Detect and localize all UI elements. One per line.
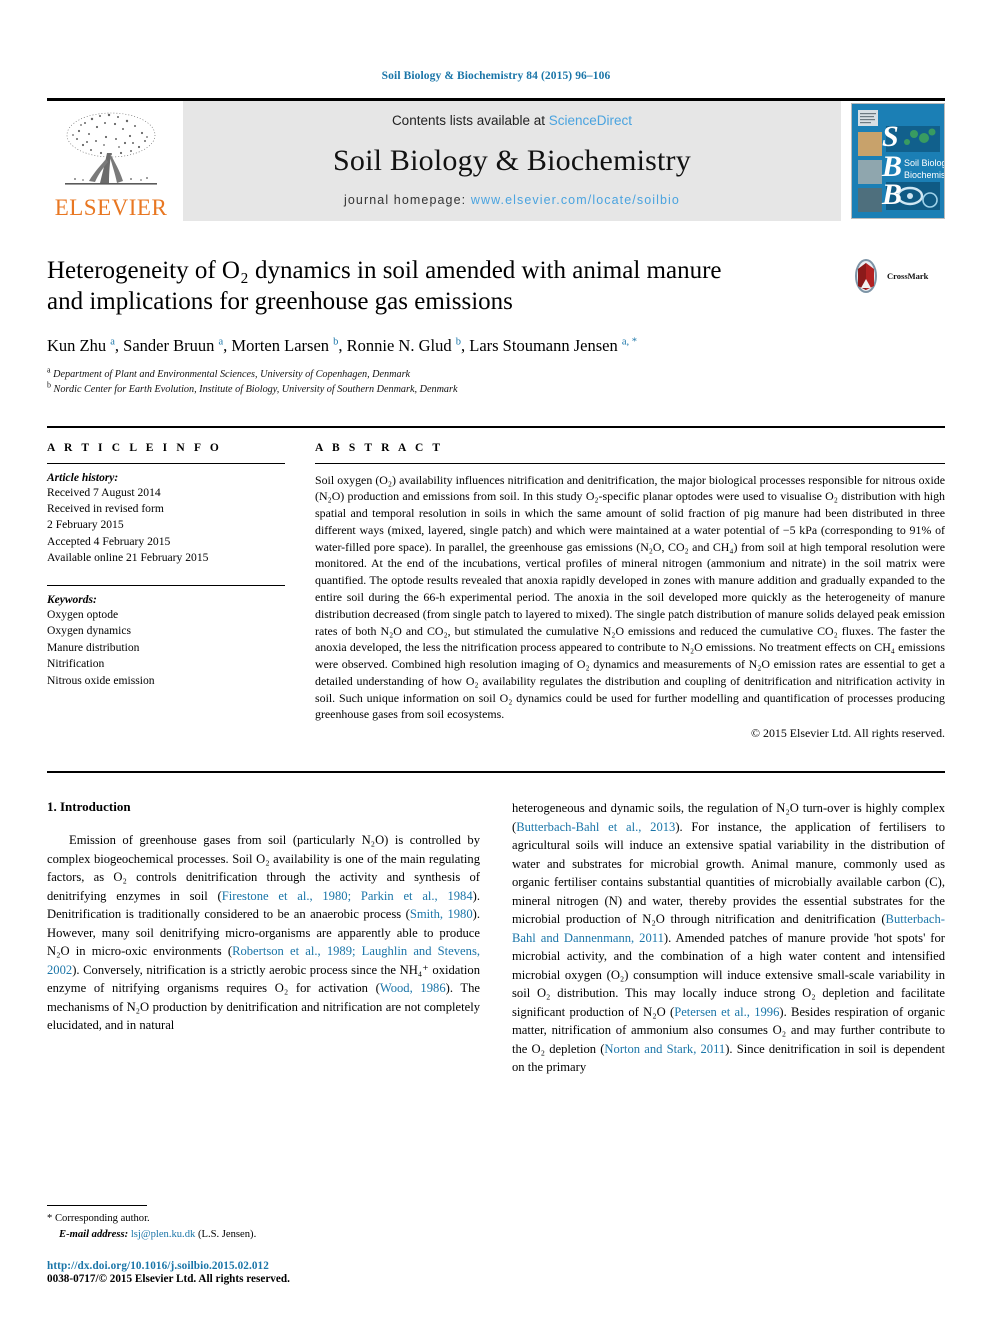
article-info-column: A R T I C L E I N F O Article history: R…: [47, 442, 315, 742]
corresponding-author-label: Corresponding author.: [54, 1213, 150, 1225]
corresponding-author-line: * Corresponding author.: [47, 1211, 477, 1227]
abstract-text: Soil oxygen (O₂) availability influences…: [315, 472, 945, 722]
journal-cover-image: S B B Soil Biology & Biochemistry: [851, 103, 945, 219]
contents-available-line: Contents lists available at ScienceDirec…: [392, 113, 632, 128]
introduction-heading: 1. Introduction: [47, 799, 480, 815]
title-texts: Heterogeneity of O₂ dynamics in soil ame…: [47, 255, 849, 398]
intro-paragraph-right: heterogeneous and dynamic soils, the reg…: [512, 801, 946, 1075]
sciencedirect-link[interactable]: ScienceDirect: [549, 113, 632, 128]
keywords-rule: [47, 584, 285, 586]
journal-homepage-link[interactable]: www.elsevier.com/locate/soilbio: [471, 193, 680, 207]
email-line: E-mail address: lsj@plen.ku.dk (L.S. Jen…: [47, 1227, 477, 1243]
title-block: Heterogeneity of O₂ dynamics in soil ame…: [47, 255, 945, 398]
author-list: Kun Zhu a, Sander Bruun a, Morten Larsen…: [47, 335, 638, 355]
page-footnote: * Corresponding author. E-mail address: …: [47, 1205, 477, 1285]
history-item: Received 7 August 2014: [47, 485, 161, 499]
abstract-rule: [315, 462, 945, 464]
issn-copyright-line: 0038-0717/© 2015 Elsevier Ltd. All right…: [47, 1273, 290, 1285]
article-info-rule: [47, 462, 285, 464]
elsevier-logo: ELSEVIER: [47, 101, 175, 221]
svg-text:S: S: [882, 120, 899, 153]
elsevier-wordmark: ELSEVIER: [54, 195, 168, 220]
history-item: 2 February 2015: [47, 518, 124, 532]
article-history-list: Received 7 August 2014 Received in revis…: [47, 485, 293, 567]
history-item: Received in revised form: [47, 501, 164, 515]
corresponding-marker: *: [47, 1213, 53, 1225]
body-divider: [47, 771, 945, 774]
abstract-column: A B S T R A C T Soil oxygen (O₂) availab…: [315, 442, 945, 742]
abstract-copyright: © 2015 Elsevier Ltd. All rights reserved…: [751, 726, 945, 741]
doi-block: http://dx.doi.org/10.1016/j.soilbio.2015…: [47, 1260, 477, 1285]
affiliations: a Department of Plant and Environmental …: [47, 365, 837, 398]
svg-text:Soil Biology &: Soil Biology &: [904, 158, 944, 168]
keyword-item: Oxygen dynamics: [47, 624, 132, 638]
intro-paragraph-left: Emission of greenhouse gases from soil (…: [47, 833, 481, 1033]
body-column-right: heterogeneous and dynamic soils, the reg…: [512, 799, 945, 1077]
article-history-label: Article history:: [47, 471, 119, 484]
running-head: Soil Biology & Biochemistry 84 (2015) 96…: [381, 70, 611, 82]
crossmark-icon: [855, 259, 877, 293]
affiliation-a-line: a Department of Plant and Environmental …: [47, 365, 411, 380]
page-title: Heterogeneity of O₂ dynamics in soil ame…: [47, 255, 837, 318]
body-columns: 1. Introduction Emission of greenhouse g…: [47, 799, 945, 1077]
keyword-item: Nitrous oxide emission: [47, 673, 155, 687]
affiliation-b-line: b Nordic Center for Earth Evolution, Ins…: [47, 380, 458, 396]
homepage-prefix: journal homepage:: [343, 193, 471, 207]
abstract-heading: A B S T R A C T: [315, 441, 444, 454]
keywords-block: Keywords: Oxygen optode Oxygen dynamics …: [47, 584, 293, 689]
affiliation-a: Department of Plant and Environmental Sc…: [53, 368, 411, 380]
keywords-list: Oxygen optode Oxygen dynamics Manure dis…: [47, 607, 293, 689]
history-item: Available online 21 February 2015: [47, 551, 209, 565]
history-item: Accepted 4 February 2015: [47, 534, 171, 548]
keyword-item: Nitrification: [47, 657, 105, 671]
section-number: 1.: [47, 799, 57, 815]
keyword-item: Oxygen optode: [47, 607, 119, 621]
keywords-label: Keywords:: [47, 593, 97, 606]
masthead-center: Contents lists available at ScienceDirec…: [183, 101, 841, 221]
article-page: Soil Biology & Biochemistry 84 (2015) 96…: [0, 0, 992, 1323]
journal-masthead: ELSEVIER Contents lists available at Sci…: [47, 98, 945, 221]
crossmark-badge[interactable]: CrossMark: [849, 255, 945, 293]
keyword-item: Manure distribution: [47, 640, 140, 654]
svg-text:Biochemistry: Biochemistry: [904, 170, 944, 180]
info-abstract-section: A R T I C L E I N F O Article history: R…: [47, 425, 945, 742]
email-link[interactable]: lsj@plen.ku.dk: [131, 1229, 196, 1240]
section-title: Introduction: [60, 799, 131, 815]
journal-homepage-line: journal homepage: www.elsevier.com/locat…: [344, 193, 680, 207]
email-owner: (L.S. Jensen).: [197, 1229, 257, 1241]
crossmark-label: CrossMark: [887, 271, 929, 281]
email-label: E-mail address:: [59, 1229, 129, 1241]
elsevier-tree-icon: [65, 112, 157, 185]
title-line-1: Heterogeneity of O₂ dynamics in soil ame…: [47, 257, 722, 284]
footnote-rule: [47, 1205, 147, 1207]
article-info-heading: A R T I C L E I N F O: [47, 441, 222, 454]
journal-title: Soil Biology & Biochemistry: [333, 143, 691, 177]
title-line-2: and implications for greenhouse gas emis…: [47, 288, 513, 316]
affiliation-b: Nordic Center for Earth Evolution, Insti…: [53, 384, 458, 396]
body-column-left: 1. Introduction Emission of greenhouse g…: [47, 799, 480, 1077]
svg-text:B: B: [881, 178, 902, 211]
contents-prefix: Contents lists available at: [391, 113, 549, 128]
sbb-cover-art: S B B Soil Biology & Biochemistry: [852, 104, 944, 218]
doi-link[interactable]: http://dx.doi.org/10.1016/j.soilbio.2015…: [47, 1260, 477, 1272]
